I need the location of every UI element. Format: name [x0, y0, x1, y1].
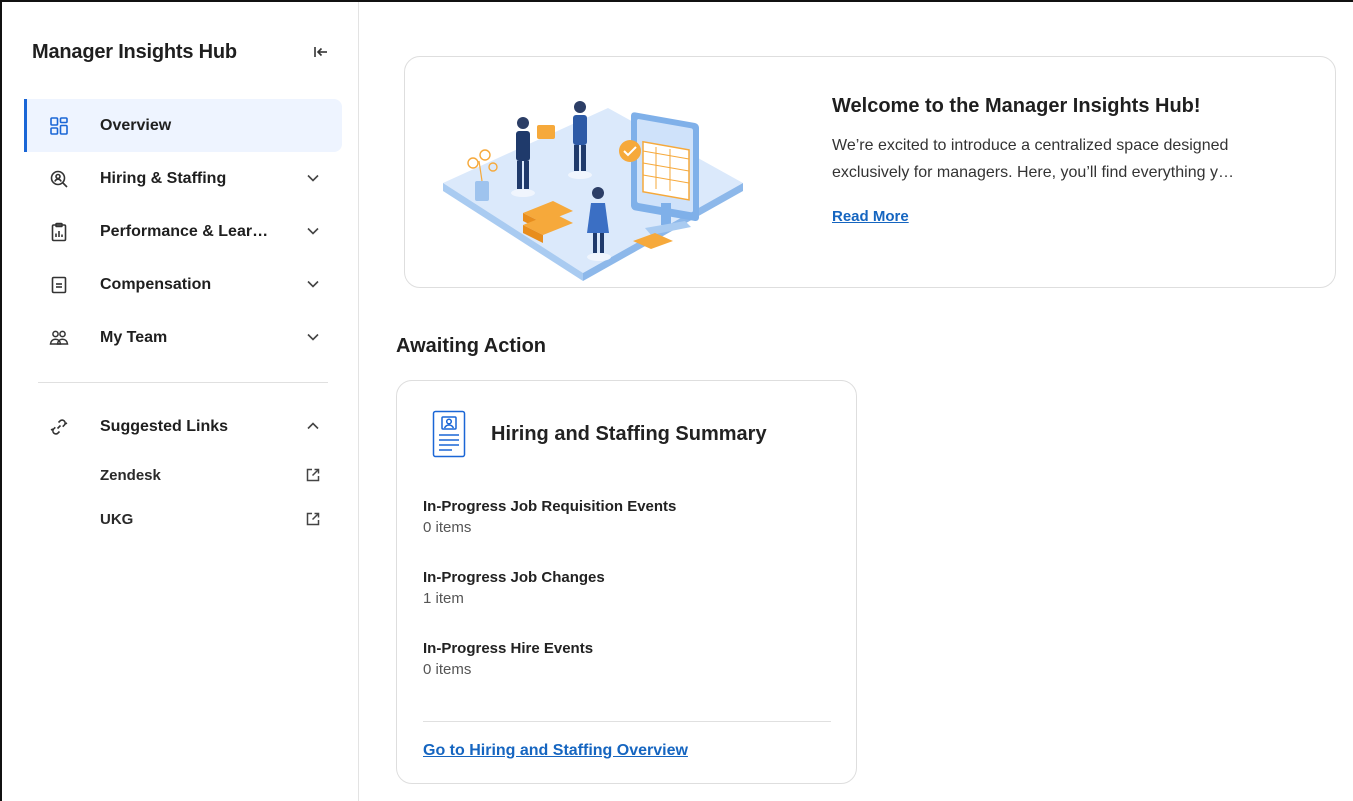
- main-content: Welcome to the Manager Insights Hub! We’…: [360, 2, 1353, 801]
- link-icon: [48, 416, 70, 438]
- item-count: 0 items: [423, 519, 472, 536]
- list-item[interactable]: In-Progress Job Requisition Events 0 ite…: [423, 497, 833, 568]
- sidebar-item-label: Compensation: [100, 275, 212, 293]
- sidebar-item-label: Overview: [100, 116, 172, 134]
- profile-document-icon: [431, 409, 467, 459]
- awaiting-action-heading: Awaiting Action: [396, 335, 546, 357]
- collapse-sidebar-button[interactable]: [310, 41, 332, 63]
- sidebar-item-suggested-links[interactable]: Suggested Links: [24, 400, 342, 453]
- dashboard-grid-icon: [48, 115, 70, 137]
- team-people-icon: [48, 327, 70, 349]
- collapse-left-icon: [314, 47, 327, 57]
- app-title: Manager Insights Hub: [32, 40, 237, 63]
- sidebar-item-compensation[interactable]: Compensation: [24, 258, 342, 311]
- hiring-staffing-overview-link[interactable]: Go to Hiring and Staffing Overview: [423, 742, 688, 760]
- chevron-down-icon[interactable]: [304, 275, 322, 293]
- sidebar-nav: Overview Hiring & Staffing Performance &…: [24, 99, 342, 364]
- welcome-card: Welcome to the Manager Insights Hub! We’…: [404, 56, 1336, 288]
- chevron-down-icon[interactable]: [304, 169, 322, 187]
- sidebar-item-performance-learning[interactable]: Performance & Lear…: [24, 205, 342, 258]
- suggested-links-section: Suggested Links Zendesk UKG: [24, 400, 342, 541]
- list-item[interactable]: In-Progress Job Changes 1 item: [423, 568, 833, 639]
- item-title: In-Progress Job Requisition Events: [423, 498, 677, 515]
- item-title: In-Progress Hire Events: [423, 640, 594, 657]
- search-person-icon: [48, 168, 70, 190]
- chevron-down-icon[interactable]: [304, 222, 322, 240]
- sidebar-item-label: Performance & Lear…: [100, 222, 269, 240]
- sidebar-item-label: Hiring & Staffing: [100, 169, 227, 187]
- item-count: 0 items: [423, 661, 472, 678]
- sidebar-item-overview[interactable]: Overview: [24, 99, 342, 152]
- suggested-link-ukg[interactable]: UKG: [24, 497, 342, 541]
- card-title: Hiring and Staffing Summary: [491, 422, 767, 445]
- suggested-link-zendesk[interactable]: Zendesk: [24, 453, 342, 497]
- card-divider: [423, 721, 831, 722]
- read-more-link[interactable]: Read More: [832, 208, 909, 225]
- sidebar-divider: [38, 382, 328, 383]
- link-label: UKG: [100, 510, 134, 528]
- external-link-icon: [304, 510, 322, 528]
- sidebar-item-my-team[interactable]: My Team: [24, 311, 342, 364]
- card-header: Hiring and Staffing Summary: [431, 409, 767, 459]
- link-label: Zendesk: [100, 466, 161, 484]
- sidebar-item-label: Suggested Links: [100, 417, 229, 435]
- list-item[interactable]: In-Progress Hire Events 0 items: [423, 639, 833, 710]
- chevron-down-icon[interactable]: [304, 328, 322, 346]
- external-link-icon: [304, 466, 322, 484]
- summary-list: In-Progress Job Requisition Events 0 ite…: [423, 497, 833, 710]
- chevron-up-icon[interactable]: [304, 417, 322, 435]
- team-illustration: [443, 101, 743, 281]
- sidebar-item-label: My Team: [100, 328, 168, 346]
- sidebar-item-hiring-staffing[interactable]: Hiring & Staffing: [24, 152, 342, 205]
- sidebar-header: Manager Insights Hub: [32, 38, 332, 66]
- clipboard-chart-icon: [48, 221, 70, 243]
- document-lines-icon: [48, 274, 70, 296]
- item-count: 1 item: [423, 590, 464, 607]
- item-title: In-Progress Job Changes: [423, 569, 605, 586]
- sidebar: Manager Insights Hub Overview Hiring & S…: [2, 2, 359, 801]
- welcome-title: Welcome to the Manager Insights Hub!: [832, 95, 1201, 117]
- app-window: Manager Insights Hub Overview Hiring & S…: [0, 0, 1353, 801]
- welcome-text: Welcome to the Manager Insights Hub! We’…: [832, 95, 1302, 226]
- hiring-staffing-summary-card: Hiring and Staffing Summary In-Progress …: [396, 380, 857, 784]
- welcome-description: We’re excited to introduce a centralized…: [832, 137, 1234, 181]
